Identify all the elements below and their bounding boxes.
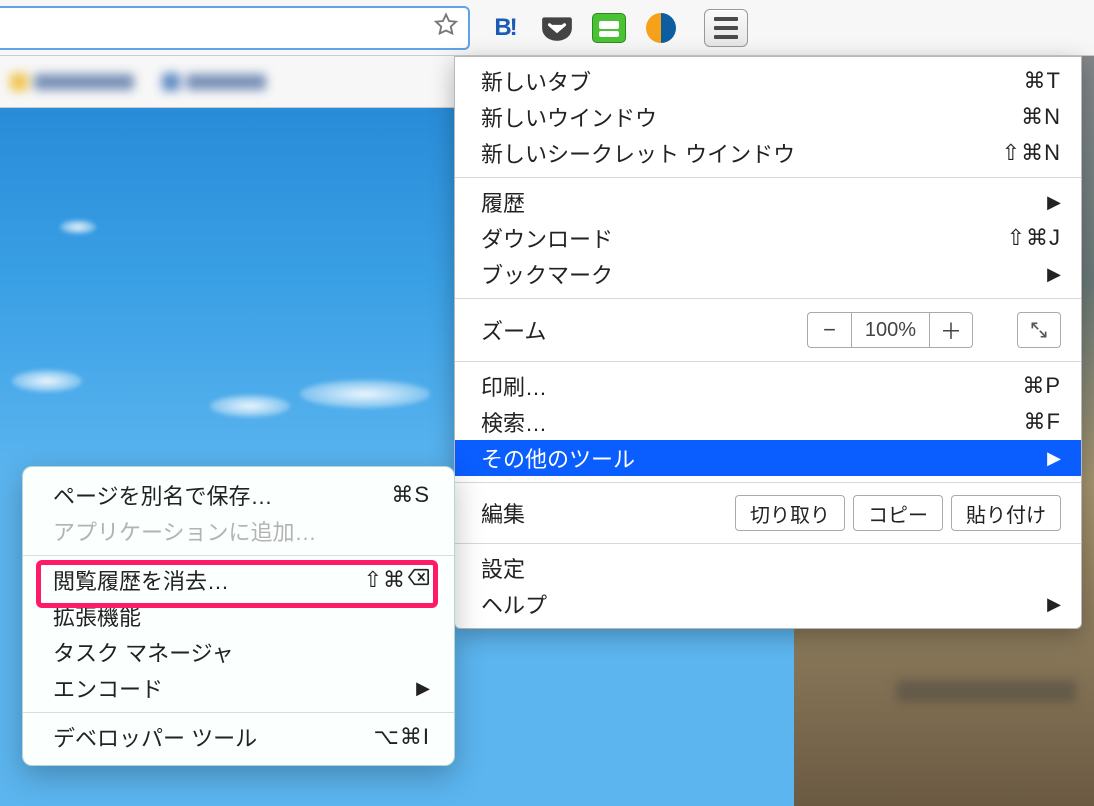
menu-separator	[455, 298, 1081, 299]
pocket-extension-icon[interactable]	[540, 11, 574, 45]
menu-new-window[interactable]: 新しいウインドウ ⌘N	[455, 99, 1081, 135]
menu-history[interactable]: 履歴 ▶	[455, 184, 1081, 220]
menu-label: ヘルプ	[481, 588, 547, 620]
menu-shortcut: ⌘N	[1021, 104, 1061, 130]
submenu-extensions[interactable]: 拡張機能	[23, 598, 454, 634]
menu-shortcut: ⌘T	[1024, 68, 1061, 94]
menu-label: 新しいシークレット ウインドウ	[481, 137, 795, 169]
menu-label: 履歴	[481, 186, 525, 218]
menu-new-incognito[interactable]: 新しいシークレット ウインドウ ⇧⌘N	[455, 135, 1081, 171]
menu-separator	[455, 177, 1081, 178]
menu-edit-row: 編集 切り取り コピー 貼り付け	[455, 489, 1081, 537]
submenu-shortcut: ⇧⌘	[364, 567, 430, 593]
menu-settings[interactable]: 設定	[455, 550, 1081, 586]
zoom-value: 100%	[851, 312, 929, 348]
address-bar[interactable]	[0, 6, 470, 50]
bookmark-star-icon[interactable]	[432, 11, 460, 44]
hamburger-line-icon	[714, 35, 738, 39]
submenu-label: 閲覧履歴を消去…	[53, 564, 229, 596]
similarweb-extension-icon[interactable]	[644, 11, 678, 45]
zoom-out-button[interactable]: −	[807, 312, 851, 348]
menu-label: ズーム	[481, 314, 546, 346]
copy-button[interactable]: コピー	[853, 495, 943, 531]
menu-more-tools[interactable]: その他のツール ▶	[455, 440, 1081, 476]
browser-toolbar: B!	[0, 0, 1094, 56]
shortcut-text: ⇧⌘	[364, 567, 406, 593]
menu-shortcut: ⌘F	[1024, 409, 1061, 435]
main-menu-dropdown: 新しいタブ ⌘T 新しいウインドウ ⌘N 新しいシークレット ウインドウ ⇧⌘N…	[454, 56, 1082, 629]
submenu-label: アプリケーションに追加…	[53, 515, 317, 547]
menu-label: 編集	[481, 497, 525, 529]
menu-shortcut: ⇧⌘J	[1007, 225, 1061, 251]
submenu-arrow-icon: ▶	[1047, 594, 1061, 615]
menu-print[interactable]: 印刷… ⌘P	[455, 368, 1081, 404]
menu-separator	[455, 482, 1081, 483]
menu-find[interactable]: 検索… ⌘F	[455, 404, 1081, 440]
submenu-shortcut: ⌘S	[391, 482, 430, 508]
menu-label: 設定	[481, 552, 525, 584]
menu-downloads[interactable]: ダウンロード ⇧⌘J	[455, 220, 1081, 256]
hamburger-line-icon	[714, 17, 738, 21]
cut-button[interactable]: 切り取り	[735, 495, 845, 531]
menu-label: 検索…	[481, 406, 547, 438]
roboform-extension-icon[interactable]	[592, 13, 626, 43]
menu-new-tab[interactable]: 新しいタブ ⌘T	[455, 63, 1081, 99]
main-menu-button[interactable]	[704, 9, 748, 47]
more-tools-submenu: ページを別名で保存… ⌘S アプリケーションに追加… 閲覧履歴を消去… ⇧⌘ 拡…	[22, 466, 455, 766]
submenu-label: デベロッパー ツール	[53, 721, 257, 753]
bookmark-item-blurred[interactable]	[10, 73, 134, 91]
submenu-shortcut: ⌥⌘I	[374, 724, 430, 750]
submenu-arrow-icon: ▶	[1047, 448, 1061, 469]
menu-label: 新しいタブ	[481, 65, 591, 97]
submenu-clear-browsing-data[interactable]: 閲覧履歴を消去… ⇧⌘	[23, 562, 454, 598]
cloud-decoration	[12, 370, 82, 392]
menu-label: ダウンロード	[481, 222, 613, 254]
menu-label: 印刷…	[481, 370, 547, 402]
delete-key-icon	[408, 567, 430, 593]
submenu-label: 拡張機能	[53, 600, 141, 632]
menu-label: 新しいウインドウ	[481, 101, 657, 133]
submenu-encoding[interactable]: エンコード ▶	[23, 670, 454, 706]
bookmark-item-blurred[interactable]	[162, 73, 266, 91]
submenu-arrow-icon: ▶	[416, 678, 430, 699]
desktop-file-label-blurred	[896, 680, 1076, 702]
menu-shortcut: ⌘P	[1022, 373, 1061, 399]
submenu-task-manager[interactable]: タスク マネージャ	[23, 634, 454, 670]
hatena-extension-icon[interactable]: B!	[488, 11, 522, 45]
cloud-decoration	[60, 220, 96, 234]
submenu-developer-tools[interactable]: デベロッパー ツール ⌥⌘I	[23, 719, 454, 755]
submenu-separator	[23, 555, 454, 556]
menu-bookmarks[interactable]: ブックマーク ▶	[455, 256, 1081, 292]
menu-help[interactable]: ヘルプ ▶	[455, 586, 1081, 622]
menu-separator	[455, 543, 1081, 544]
zoom-controls: − 100% ＋	[807, 312, 973, 348]
hamburger-line-icon	[714, 26, 738, 30]
cloud-decoration	[210, 395, 290, 417]
menu-separator	[455, 361, 1081, 362]
menu-label: ブックマーク	[481, 258, 613, 290]
zoom-in-button[interactable]: ＋	[929, 312, 973, 348]
submenu-arrow-icon: ▶	[1047, 264, 1061, 285]
submenu-separator	[23, 712, 454, 713]
paste-button[interactable]: 貼り付け	[951, 495, 1061, 531]
cloud-decoration	[300, 380, 430, 408]
extension-icons-group: B!	[488, 9, 748, 47]
menu-shortcut: ⇧⌘N	[1002, 140, 1061, 166]
menu-zoom-row: ズーム − 100% ＋	[455, 305, 1081, 355]
submenu-label: タスク マネージャ	[53, 636, 234, 668]
submenu-label: ページを別名で保存…	[53, 479, 273, 511]
fullscreen-button[interactable]	[1017, 312, 1061, 348]
menu-label: その他のツール	[481, 442, 635, 474]
submenu-save-page-as[interactable]: ページを別名で保存… ⌘S	[23, 477, 454, 513]
submenu-add-to-application: アプリケーションに追加…	[23, 513, 454, 549]
submenu-arrow-icon: ▶	[1047, 192, 1061, 213]
bookmarks-bar	[0, 56, 470, 108]
submenu-label: エンコード	[53, 672, 163, 704]
